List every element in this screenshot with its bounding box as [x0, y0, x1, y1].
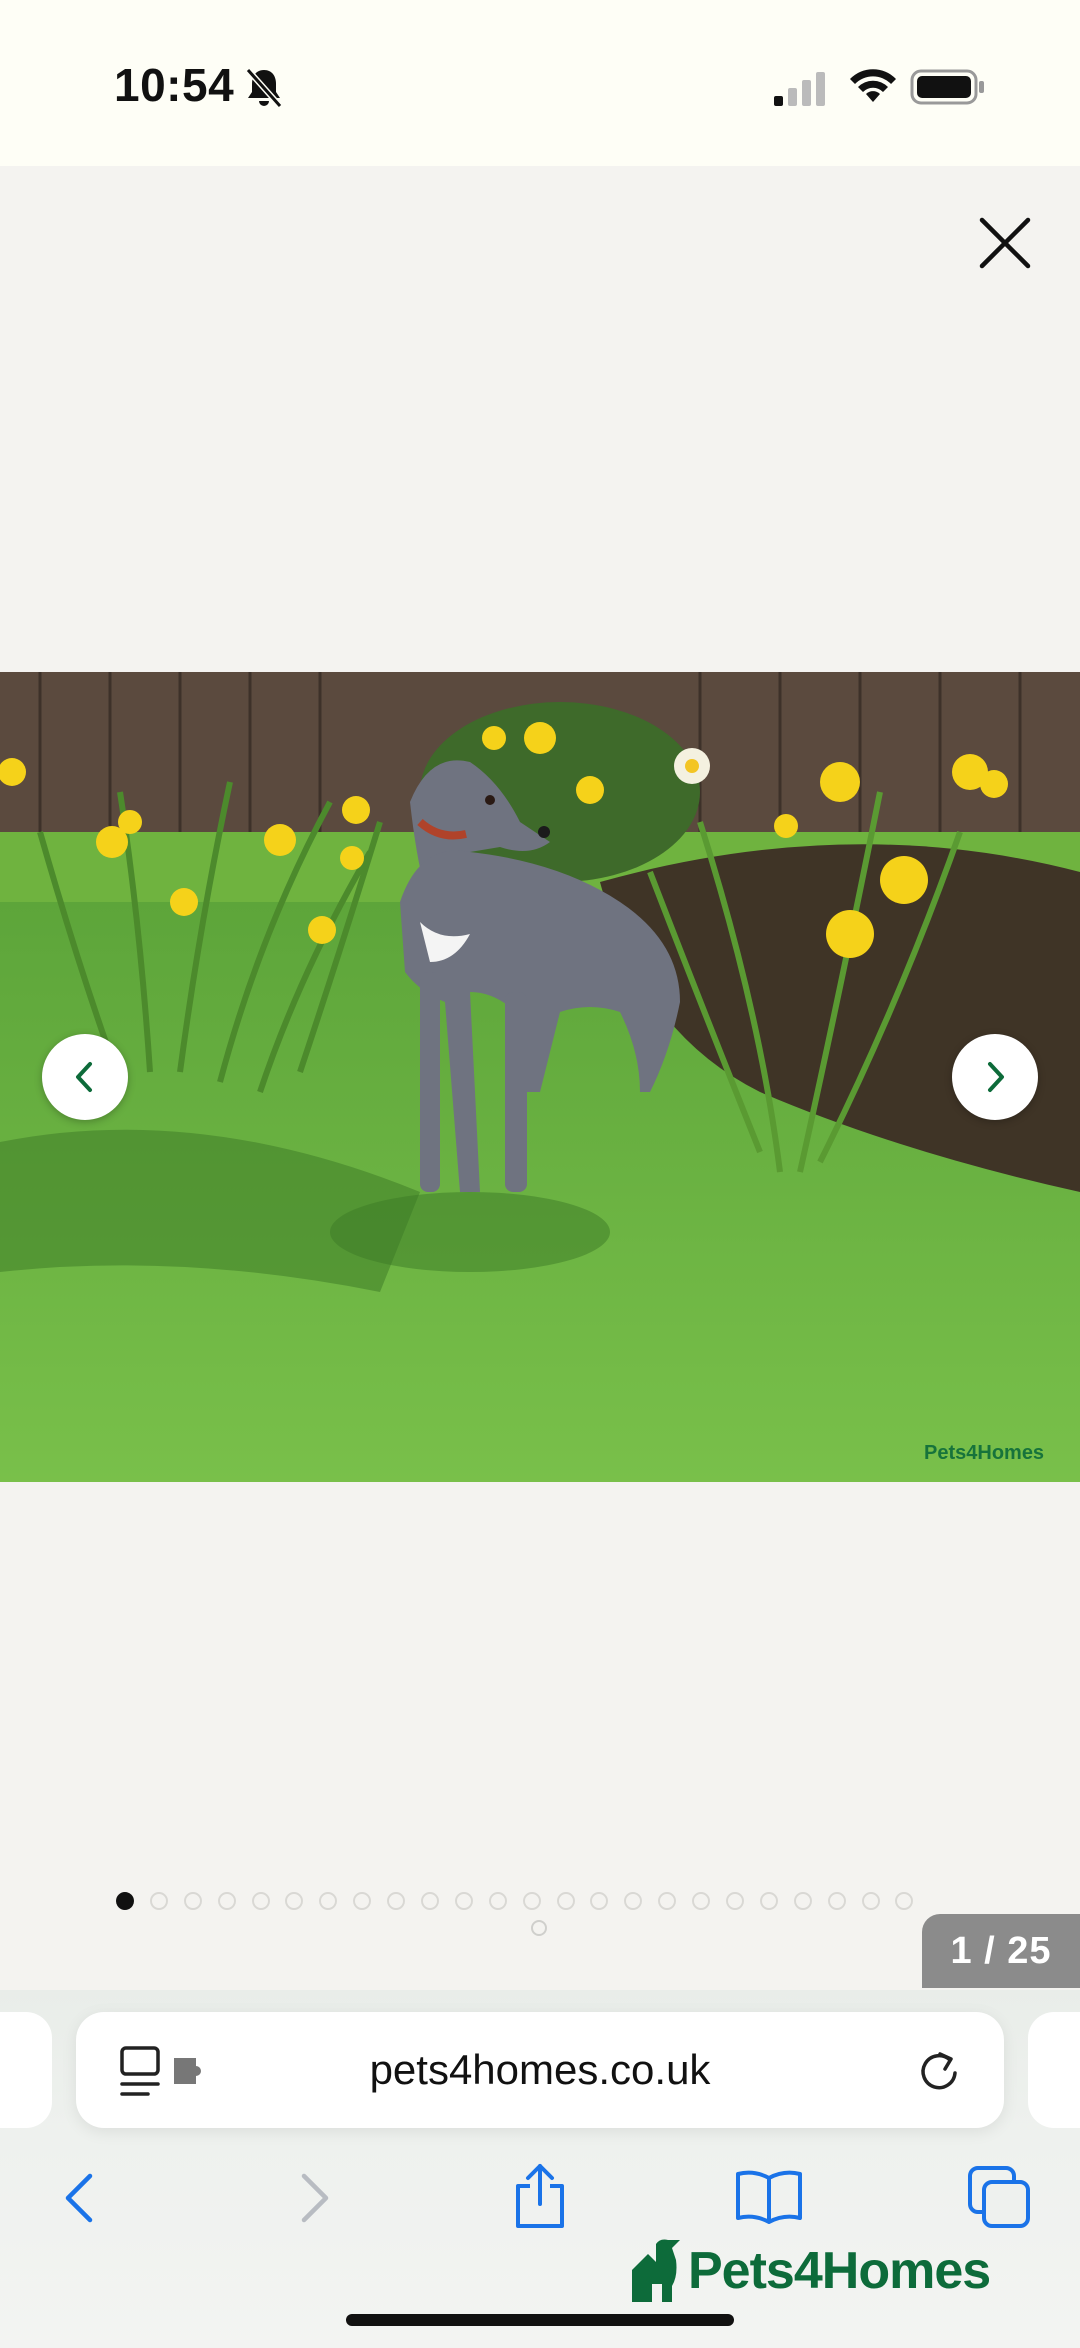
pagination-dot[interactable] [895, 1892, 914, 1910]
share-icon[interactable] [510, 2160, 570, 2232]
pagination-dot[interactable] [590, 1892, 609, 1910]
status-time: 10:54 [114, 59, 235, 111]
pagination-dot[interactable] [421, 1892, 440, 1910]
chevron-left-icon [76, 1062, 92, 1092]
dog-photo-image [0, 672, 1080, 1482]
pagination-dot[interactable] [658, 1892, 677, 1910]
tabs-icon[interactable] [966, 2164, 1032, 2230]
status-bar: 10:54 [0, 0, 1080, 166]
address-bar[interactable]: pets4homes.co.uk [76, 2012, 1004, 2128]
pagination-dot[interactable] [387, 1892, 406, 1910]
pagination-dot[interactable] [217, 1892, 236, 1910]
home-indicator[interactable] [346, 2314, 734, 2326]
wifi-icon [850, 69, 896, 102]
forward-icon[interactable] [288, 2166, 338, 2230]
pagination-dots [116, 1892, 976, 1912]
pets4homes-logo[interactable]: Pets4Homes [628, 2236, 991, 2306]
pagination-dot[interactable] [319, 1892, 338, 1910]
chevron-right-icon [988, 1062, 1004, 1092]
pagination-dot[interactable] [454, 1892, 473, 1910]
pets4homes-logo-icon [632, 2239, 680, 2302]
pagination-dot[interactable] [488, 1892, 507, 1910]
bell-slash-icon [245, 68, 283, 108]
bookmarks-icon[interactable] [734, 2166, 804, 2226]
pagination-dot[interactable] [556, 1892, 575, 1910]
pagination-dot[interactable] [353, 1892, 372, 1910]
pagination-dot[interactable] [522, 1892, 541, 1910]
pagination-dot[interactable] [183, 1892, 202, 1910]
pagination-dot[interactable] [251, 1892, 270, 1910]
image-counter: 1 / 25 [922, 1914, 1080, 1988]
cellular-signal-icon [774, 72, 825, 106]
battery-icon [910, 69, 984, 105]
close-icon[interactable] [972, 210, 1038, 276]
reload-icon[interactable] [914, 2046, 964, 2096]
pagination-dot[interactable] [624, 1892, 643, 1910]
previous-tab-preview[interactable] [0, 2012, 52, 2128]
pets4homes-logo-text: Pets4Homes [688, 2242, 991, 2300]
pagination-dot[interactable] [116, 1892, 134, 1910]
pagination-dot[interactable] [827, 1892, 846, 1910]
url-text: pets4homes.co.uk [369, 2046, 711, 2093]
next-tab-preview[interactable] [1028, 2012, 1080, 2128]
back-icon[interactable] [56, 2166, 106, 2230]
pagination-dot[interactable] [759, 1892, 778, 1910]
pagination-dot[interactable] [861, 1892, 880, 1910]
pagination-dot[interactable] [692, 1892, 711, 1910]
pagination-dot-overflow [531, 1920, 547, 1936]
next-image-button[interactable] [952, 1034, 1038, 1120]
gallery-photo[interactable] [0, 672, 1080, 1482]
pagination-dot[interactable] [726, 1892, 745, 1910]
photo-watermark: Pets4Homes [924, 1442, 1045, 1464]
pagination-dot[interactable] [793, 1892, 812, 1910]
previous-image-button[interactable] [42, 1034, 128, 1120]
pagination-dot[interactable] [285, 1892, 304, 1910]
pagination-dot[interactable] [149, 1892, 168, 1910]
